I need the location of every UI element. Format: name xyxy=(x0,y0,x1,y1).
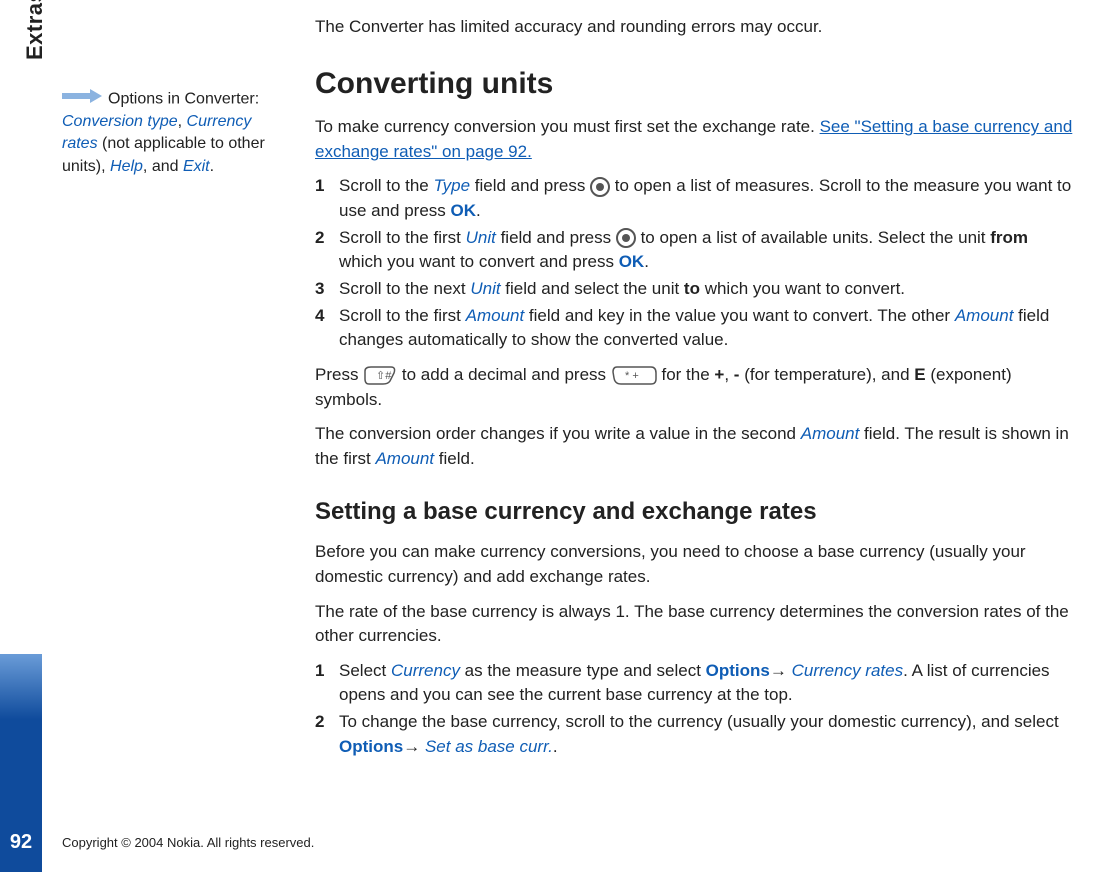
field-unit: Unit xyxy=(466,228,496,247)
step-3: 3 Scroll to the next Unit field and sele… xyxy=(315,277,1075,302)
svg-text:⇧#: ⇧# xyxy=(376,370,392,382)
menu-currency-rates: Currency rates xyxy=(792,661,903,680)
sidebar-note: Options in Converter: Conversion type, C… xyxy=(62,88,277,178)
sidebar-lead: Options in Converter: xyxy=(108,90,259,107)
steps-base-currency: 1 Select Currency as the measure type an… xyxy=(315,659,1075,760)
bc-step-1: 1 Select Currency as the measure type an… xyxy=(315,659,1075,708)
softkey-ok: OK xyxy=(451,201,477,220)
page-root: Extras 92 Copyright © 2004 Nokia. All ri… xyxy=(0,0,1117,872)
measure-currency: Currency xyxy=(391,661,460,680)
page-number: 92 xyxy=(0,831,42,854)
softkey-options: Options xyxy=(706,661,770,680)
arrow-right-icon xyxy=(62,88,102,110)
step-4: 4 Scroll to the first Amount field and k… xyxy=(315,304,1075,353)
field-amount: Amount xyxy=(375,449,434,468)
softkey-options: Options xyxy=(339,737,403,756)
sidebar-opt-help: Help xyxy=(110,158,143,175)
intro-text: The Converter has limited accuracy and r… xyxy=(315,15,1075,40)
softkey-ok: OK xyxy=(619,252,645,271)
sidebar-opt-exit: Exit xyxy=(183,158,210,175)
copyright-text: Copyright © 2004 Nokia. All rights reser… xyxy=(62,835,314,850)
sidebar-opt-conversion-type: Conversion type xyxy=(62,113,178,130)
step-1: 1 Scroll to the Type field and press to … xyxy=(315,174,1075,223)
menu-set-as-base-curr: Set as base curr. xyxy=(425,737,553,756)
conversion-order-note: The conversion order changes if you writ… xyxy=(315,422,1075,471)
base-currency-rate-note: The rate of the base currency is always … xyxy=(315,600,1075,649)
heading-converting-units: Converting units xyxy=(315,62,1075,106)
field-unit: Unit xyxy=(470,279,500,298)
steps-converting-units: 1 Scroll to the Type field and press to … xyxy=(315,174,1075,352)
base-currency-intro: Before you can make currency conversions… xyxy=(315,540,1075,589)
svg-text:* +: * + xyxy=(625,370,639,382)
joystick-icon xyxy=(616,228,636,247)
chapter-label: Extras xyxy=(22,0,47,60)
field-amount: Amount xyxy=(466,306,525,325)
field-amount: Amount xyxy=(801,424,860,443)
step-2: 2 Scroll to the first Unit field and pre… xyxy=(315,226,1075,275)
main-content: The Converter has limited accuracy and r… xyxy=(315,5,1075,767)
joystick-icon xyxy=(590,176,610,195)
decimal-note: Press ⇧# to add a decimal and press * + … xyxy=(315,363,1075,412)
field-amount: Amount xyxy=(955,306,1014,325)
star-key-icon: * + xyxy=(611,365,657,384)
heading-base-currency: Setting a base currency and exchange rat… xyxy=(315,495,1075,530)
hash-key-icon: ⇧# xyxy=(363,365,397,384)
bc-step-2: 2 To change the base currency, scroll to… xyxy=(315,710,1075,759)
field-type: Type xyxy=(434,176,471,195)
currency-note: To make currency conversion you must fir… xyxy=(315,115,1075,164)
